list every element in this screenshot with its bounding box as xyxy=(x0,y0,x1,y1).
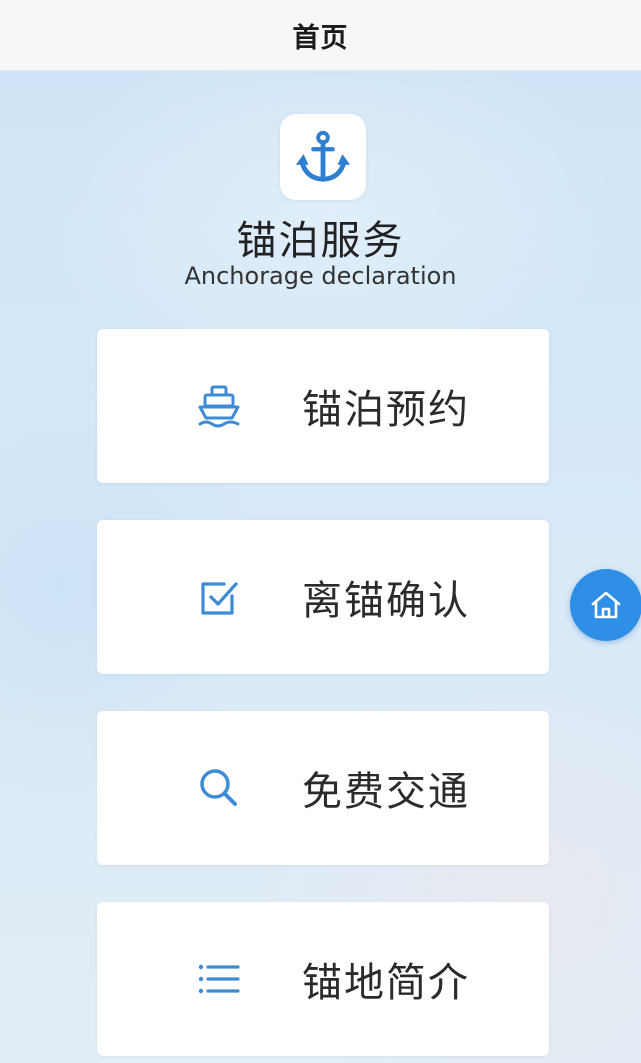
home-icon xyxy=(591,591,621,619)
anchorage-intro-label: 锚地简介 xyxy=(302,960,470,1006)
service-subtitle: Anchorage declaration xyxy=(184,262,457,290)
home-floating-button[interactable] xyxy=(570,569,641,641)
top-navigation-bar: 首页 xyxy=(0,0,641,71)
departure-confirm-label: 离锚确认 xyxy=(302,578,470,624)
app-logo xyxy=(280,114,366,200)
service-title: 锚泊服务 xyxy=(236,218,405,264)
anchorage-booking-button[interactable]: 锚泊预约 xyxy=(97,329,549,483)
list-icon xyxy=(193,953,245,1005)
page-title: 首页 xyxy=(292,22,349,54)
checkbox-icon xyxy=(193,571,245,623)
free-transport-button[interactable]: 免费交通 xyxy=(97,711,549,865)
anchorage-intro-button[interactable]: 锚地简介 xyxy=(97,902,549,1056)
search-icon xyxy=(193,762,245,814)
departure-confirm-button[interactable]: 离锚确认 xyxy=(97,520,549,674)
anchorage-booking-label: 锚泊预约 xyxy=(302,387,470,433)
ship-icon xyxy=(193,380,245,432)
free-transport-label: 免费交通 xyxy=(302,769,470,815)
anchor-icon xyxy=(295,130,351,182)
